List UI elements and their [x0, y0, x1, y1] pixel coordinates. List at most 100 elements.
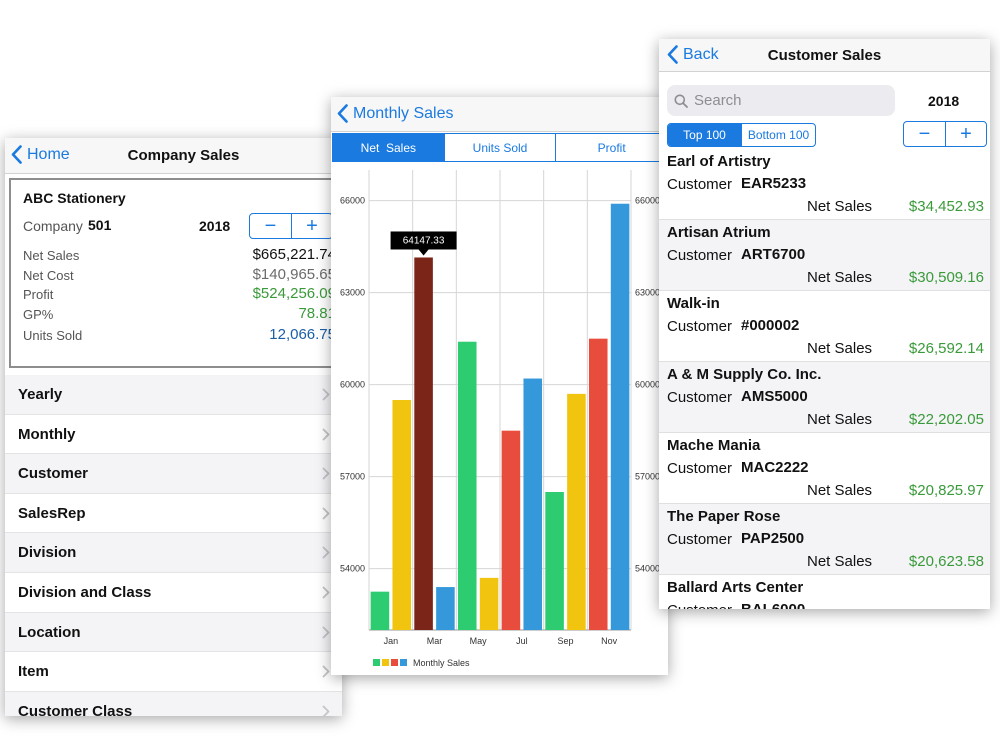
increment-year-button[interactable]: + [945, 122, 986, 146]
menu-item-label: Division and Class [18, 583, 152, 601]
customer-id: ART6700 [741, 246, 806, 263]
customer-name: Walk-in [667, 295, 720, 312]
chevron-left-icon [11, 145, 22, 164]
net-sales-label: Net Sales [807, 553, 873, 570]
bottom-100-button[interactable]: Bottom 100 [741, 124, 815, 146]
customer-list-item[interactable]: The Paper Rose Customer PAP2500 Net Sales $2… [659, 504, 990, 575]
bar-feb[interactable] [392, 400, 412, 630]
customer-list-item[interactable]: Earl of Artistry Customer EAR5233 Net Sales… [659, 149, 990, 220]
tab-net-sales[interactable]: Net Sales [333, 134, 444, 161]
metric-label: Net Sales [23, 248, 80, 263]
customer-list-item[interactable]: A & M Supply Co. Inc. Customer AMS5000 Net … [659, 362, 990, 433]
customer-list: Earl of Artistry Customer EAR5233 Net Sales… [659, 149, 990, 609]
menu-item-label: Customer [18, 465, 89, 483]
menu-item-item[interactable]: Item [5, 652, 342, 692]
y-tick-label-right: 54000 [635, 564, 660, 574]
y-tick-label: 60000 [340, 380, 365, 390]
net-sales-label: Net Sales [807, 198, 873, 215]
customer-id-label: Customer [667, 460, 733, 477]
net-sales-label: Net Sales [807, 482, 873, 499]
customer-list-item[interactable]: Walk-in Customer #000002 Net Sales $26,592.1… [659, 291, 990, 362]
bar-jul[interactable] [501, 430, 521, 630]
year-stepper: − + [903, 121, 987, 147]
net-sales-label: Net Sales [807, 340, 873, 357]
y-tick-label-right: 66000 [635, 196, 660, 206]
monthly-sales-screen: Monthly Sales Net Sales Units Sold Profit … [331, 97, 668, 675]
page-title: Customer Sales [767, 47, 882, 64]
monthly-back-button[interactable]: Monthly Sales [337, 104, 454, 123]
bar-aug[interactable] [523, 378, 543, 630]
y-tick-label: 63000 [340, 288, 365, 298]
menu-item-customer-class[interactable]: Customer Class [5, 691, 342, 716]
x-tick-label: May [470, 636, 488, 646]
tab-units-sold[interactable]: Units Sold [443, 134, 556, 161]
chevron-right-icon [322, 665, 330, 678]
net-sales-value: $30,509.16 [908, 269, 984, 286]
y-tick-label-right: 63000 [635, 288, 660, 298]
company-sales-screen: Home Company Sales ABC Stationery Compan… [5, 138, 342, 716]
menu-item-label: Division [18, 544, 77, 562]
menu-item-salesrep[interactable]: SalesRep [5, 494, 342, 534]
bar-sep[interactable] [545, 492, 564, 630]
customer-name: Earl of Artistry [667, 153, 771, 170]
x-tick-label: Jul [516, 636, 528, 646]
year-value: 2018 [199, 218, 231, 234]
menu-item-yearly[interactable]: Yearly [5, 375, 342, 415]
bar-jun[interactable] [479, 577, 499, 630]
menu-item-label: SalesRep [18, 504, 86, 522]
metric-label: GP% [23, 307, 54, 322]
customer-name: A & M Supply Co. Inc. [667, 366, 822, 383]
net-sales-value: $26,592.14 [908, 340, 984, 357]
metric-row: Units Sold 12,066.75 [23, 326, 336, 346]
menu-item-division[interactable]: Division [5, 533, 342, 573]
bar-may[interactable] [457, 341, 477, 630]
customer-id-label: Customer [667, 389, 733, 406]
tooltip-text: 64147.33 [403, 235, 445, 246]
menu-item-monthly[interactable]: Monthly [5, 415, 342, 455]
bar-nov[interactable] [588, 338, 608, 630]
monthly-navbar: Monthly Sales [331, 97, 668, 132]
net-sales-label: Net Sales [807, 411, 873, 428]
customer-id: AMS5000 [741, 388, 808, 405]
customer-name: Artisan Atrium [667, 224, 771, 241]
customer-list-item[interactable]: Mache Mania Customer MAC2222 Net Sales $20,8… [659, 433, 990, 504]
x-tick-label: Mar [427, 636, 443, 646]
bar-jan[interactable] [370, 591, 390, 630]
menu-item-location[interactable]: Location [5, 612, 342, 653]
net-sales-value: $22,202.05 [908, 411, 984, 428]
company-navbar: Home Company Sales [5, 138, 342, 174]
customer-id: PAP2500 [741, 530, 805, 547]
x-tick-label: Sep [557, 636, 573, 646]
customer-list-item[interactable]: Artisan Atrium Customer ART6700 Net Sales $3… [659, 220, 990, 291]
tab-profit[interactable]: Profit [555, 134, 667, 161]
bar-oct[interactable] [567, 393, 586, 630]
bar-dec[interactable] [610, 203, 630, 630]
decrement-year-button[interactable]: − [250, 214, 291, 238]
chevron-right-icon [322, 507, 330, 520]
decrement-year-button[interactable]: − [904, 122, 945, 146]
metric-row: Profit $524,256.09 [23, 285, 336, 305]
search-input[interactable]: Search [667, 85, 895, 116]
menu-item-customer[interactable]: Customer [5, 454, 342, 494]
report-menu-list: Yearly Monthly Customer SalesRep Division Div… [5, 375, 342, 716]
bar-apr[interactable] [436, 587, 455, 630]
increment-year-button[interactable]: + [291, 214, 332, 238]
metric-row: Net Sales $665,221.74 [23, 246, 336, 266]
customer-id-label: Customer [667, 531, 733, 548]
y-tick-label-right: 60000 [635, 380, 660, 390]
top-100-button[interactable]: Top 100 [668, 124, 741, 146]
metric-label: Net Cost [23, 268, 74, 283]
menu-item-label: Customer Class [18, 702, 133, 716]
y-tick-label-right: 57000 [635, 472, 660, 482]
customer-name: The Paper Rose [667, 508, 781, 525]
legend-swatch [382, 659, 389, 666]
customer-id: MAC2222 [741, 459, 809, 476]
bar-mar[interactable] [414, 257, 433, 630]
y-tick-label: 54000 [340, 564, 365, 574]
menu-item-division-and-class[interactable]: Division and Class [5, 573, 342, 613]
menu-item-label: Monthly [18, 425, 76, 443]
metric-row: GP% 78.81 [23, 305, 336, 325]
chevron-right-icon [322, 705, 330, 716]
chevron-right-icon [322, 388, 330, 401]
customer-list-item[interactable]: Ballard Arts Center Customer BAL6000 [659, 575, 990, 609]
